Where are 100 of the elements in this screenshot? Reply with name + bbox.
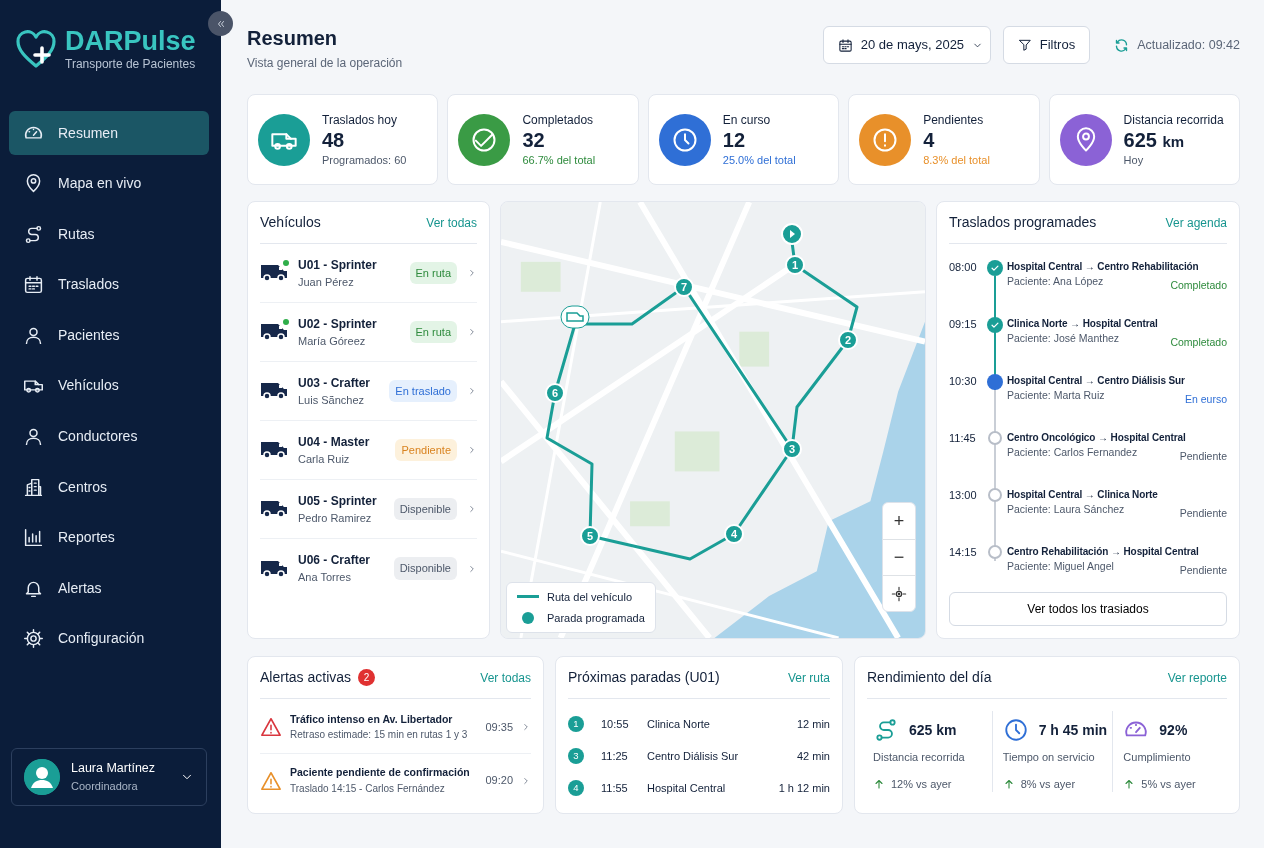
filter-button[interactable]: Filtros [1002,26,1091,64]
schedule-time: 13:00 [949,488,978,503]
nav-item[interactable]: Reportes [9,515,209,560]
driver-name: Carla Ruiz [298,451,351,467]
route-icon [873,717,899,743]
schedule-time: 08:00 [949,260,978,275]
nav-item[interactable]: Traslados [9,262,209,307]
driver-name: Pedro Ramirez [298,510,373,526]
stat-subtext: Programados: 60 [322,152,407,168]
vehicle-row[interactable]: U01 - Sprinter Juan Pérez En ruta [260,244,477,303]
panel-link[interactable]: Ver reporte [1167,668,1227,687]
stop-time: 11:55 [601,780,629,796]
route-icon [23,223,44,245]
transfer-status: Pendiente [1179,449,1227,464]
panel-title: Alertas activas [260,668,352,687]
driver-name: Juan Pérez [298,274,355,290]
alert-detail: Retraso estimade: 15 min en rutas 1 y 3 [290,728,469,743]
chevron-right-icon [467,268,477,278]
panel-link[interactable]: Ver todas [426,213,477,232]
panel-title: Traslados programades [949,213,1097,232]
vehicle-row[interactable]: U02 - Sprinter María Góreez En ruta [260,303,477,362]
arrow-up-icon [1123,777,1136,790]
status-badge: Disponible [393,557,457,580]
locate-icon [891,585,907,602]
stat-label: Traslados hoy [322,111,398,129]
vehicle-name: U03 - Crafter [298,374,372,392]
van-icon [260,498,288,518]
user-name: Laura Martínez [71,760,157,778]
brand-name: DARPulse [65,28,196,55]
metric-change: 5% vs ayer [1141,776,1196,792]
chevron-right-icon [521,722,531,732]
nav-item[interactable]: Configuración [9,616,209,661]
van-icon [260,321,288,341]
status-badge: Dispenible [393,497,457,521]
stat-unit: km [1162,132,1185,150]
zoom-out-button[interactable]: − [883,539,915,575]
stop-time: 10:55 [601,716,630,732]
vehicle-row[interactable]: U06 - Crafter Ana Torres Disponible [260,539,477,598]
vehicle-row[interactable]: U03 - Crafter Luis Sãnchez En traslado [260,362,477,421]
transfer-route: Hospital Central → Centro Rehabilitación [1007,260,1200,274]
transfer-status: Pendiente [1179,506,1227,521]
van-icon [260,380,288,400]
driver-name: Ana Torres [298,570,352,586]
metric-change: 8% vs ayer [1020,776,1076,792]
metric-change: 12% vs ayer [891,776,952,792]
date-picker[interactable]: 20 de mays, 2025 [822,26,991,64]
stat-subtext: 25.0% del total [722,152,796,168]
nav-item[interactable]: Conductores [9,414,209,459]
vehicle-name: U06 - Crafter [298,552,372,570]
panel-link[interactable]: Ver todas [480,668,531,687]
legend-label: Ruta del vehículo [547,590,632,605]
chevron-right-icon [467,445,477,455]
warning-icon [260,769,282,792]
patient-name: Paciente: Marta Ruiz [1007,388,1105,403]
alert-detail: Traslado 14:15 - Carlos Fernández [290,781,446,796]
clock-icon [1002,717,1029,743]
stop-eta: 42 min [796,748,830,764]
alert-title: Paciente pendiente de confirmación [290,765,471,781]
page-title: Resumen [247,26,339,50]
stat-label: En curso [722,111,772,129]
nav-item[interactable]: Rutas [9,212,209,257]
stop-number: 1 [568,716,584,732]
vehicle-name: U04 - Master [298,433,371,451]
vehicle-row[interactable]: U04 - Master Carla Ruiz Pendiente [260,421,477,480]
user-card[interactable]: Laura Martínez Coordinadora [11,748,207,806]
nav-item[interactable]: Vehículos [9,363,209,408]
route-line-swatch-icon [517,595,539,600]
transfer-route: Clinica Norte → Hospital Central [1007,317,1159,331]
patient-name: Paciente: Laura Sánchez [1007,502,1125,517]
chevron-right-icon [467,563,477,574]
metric-value: 7 h 45 min [1038,720,1108,740]
alert-row[interactable]: Tráfico intenso en Av. Libertador Retraso estimade: 15 min en rutas 1 y 3 09:35 [260,701,531,754]
nav-item[interactable]: Centros [9,465,209,510]
nav-item[interactable]: Resumen [9,111,209,155]
transfer-status: Completado [1170,278,1227,293]
heart-plus-logo-icon [15,28,57,70]
map-panel[interactable]: 1 7 2 6 3 5 4 Ruta del vehículo Parada programada + − [500,201,926,639]
collapse-button[interactable] [208,11,233,36]
panel-link[interactable]: Ver ruta [787,668,830,687]
stop-eta: 12 min [796,716,830,732]
stop-place: Hospital Central [647,780,727,796]
filter-icon [1017,38,1032,52]
stop-time: 11:25 [601,748,629,764]
vehicle-row[interactable]: U05 - Sprinter Pedro Ramirez Dispenible [260,480,477,539]
panel-link[interactable]: Ver agenda [1165,213,1227,232]
panel-title: Rendimiento del día [867,668,992,687]
calendar-icon [837,37,853,53]
arrow-up-icon [1002,777,1015,790]
vehicle-name: U05 - Sprinter [298,492,378,510]
transfer-status: Pendiente [1179,563,1227,578]
nav-item[interactable]: Mapa en vivo [9,161,209,206]
zoom-in-button[interactable]: + [883,503,915,539]
nav-item[interactable]: Alertas [9,566,209,611]
view-all-button[interactable]: Ver todos los trasiados [949,592,1227,626]
alert-row[interactable]: Paciente pendiente de confirmación Traslado 14:15 - Carlos Fernández 09:20 [260,754,531,807]
panel-title: Vehículos [260,213,321,232]
warning-icon [260,716,282,738]
arrow-up-icon [873,777,885,790]
nav-item[interactable]: Pacientes [9,313,209,358]
van-icon [260,439,288,459]
